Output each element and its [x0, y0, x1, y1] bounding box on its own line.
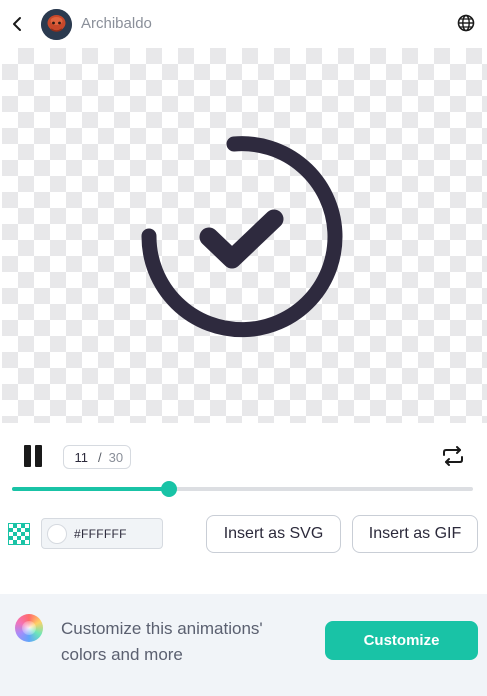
hex-color-input[interactable] [74, 525, 158, 543]
frame-counter[interactable]: 11 / 30 [63, 445, 131, 469]
globe-icon [457, 14, 475, 32]
customize-button[interactable]: Customize [325, 621, 478, 660]
timeline-progress [12, 487, 169, 491]
back-button[interactable] [9, 14, 27, 34]
frame-separator: / [98, 449, 102, 465]
check-circle-icon [141, 136, 343, 338]
repeat-icon [443, 446, 463, 466]
animation-preview [2, 48, 487, 423]
chevron-left-icon [13, 17, 21, 31]
total-frames: 30 [108, 449, 124, 465]
color-swatch[interactable] [47, 524, 67, 544]
color-wheel-icon [15, 614, 43, 642]
pause-button[interactable] [22, 445, 44, 467]
background-color-picker [41, 518, 163, 549]
customize-banner-text: Customize this animations' colors and mo… [61, 619, 263, 664]
timeline-slider[interactable] [12, 481, 473, 497]
panel-header: Archibaldo [0, 0, 487, 48]
pause-icon [24, 445, 31, 467]
current-frame[interactable]: 11 [64, 450, 89, 465]
loop-button[interactable] [441, 444, 465, 468]
lottie-animation-panel: Archibaldo 11 / 30 #FFFFFF Insert as SVG… [0, 0, 487, 696]
username: Archibaldo [81, 15, 152, 32]
customize-banner: Customize this animations' colors and mo… [0, 594, 487, 696]
pause-icon-bar [35, 445, 42, 467]
insert-gif-button[interactable]: Insert as GIF [352, 515, 478, 553]
timeline-thumb[interactable] [160, 481, 177, 497]
transparent-background-toggle[interactable] [8, 523, 30, 545]
avatar [41, 9, 72, 40]
insert-svg-button[interactable]: Insert as SVG [206, 515, 341, 553]
language-button[interactable] [456, 13, 476, 33]
